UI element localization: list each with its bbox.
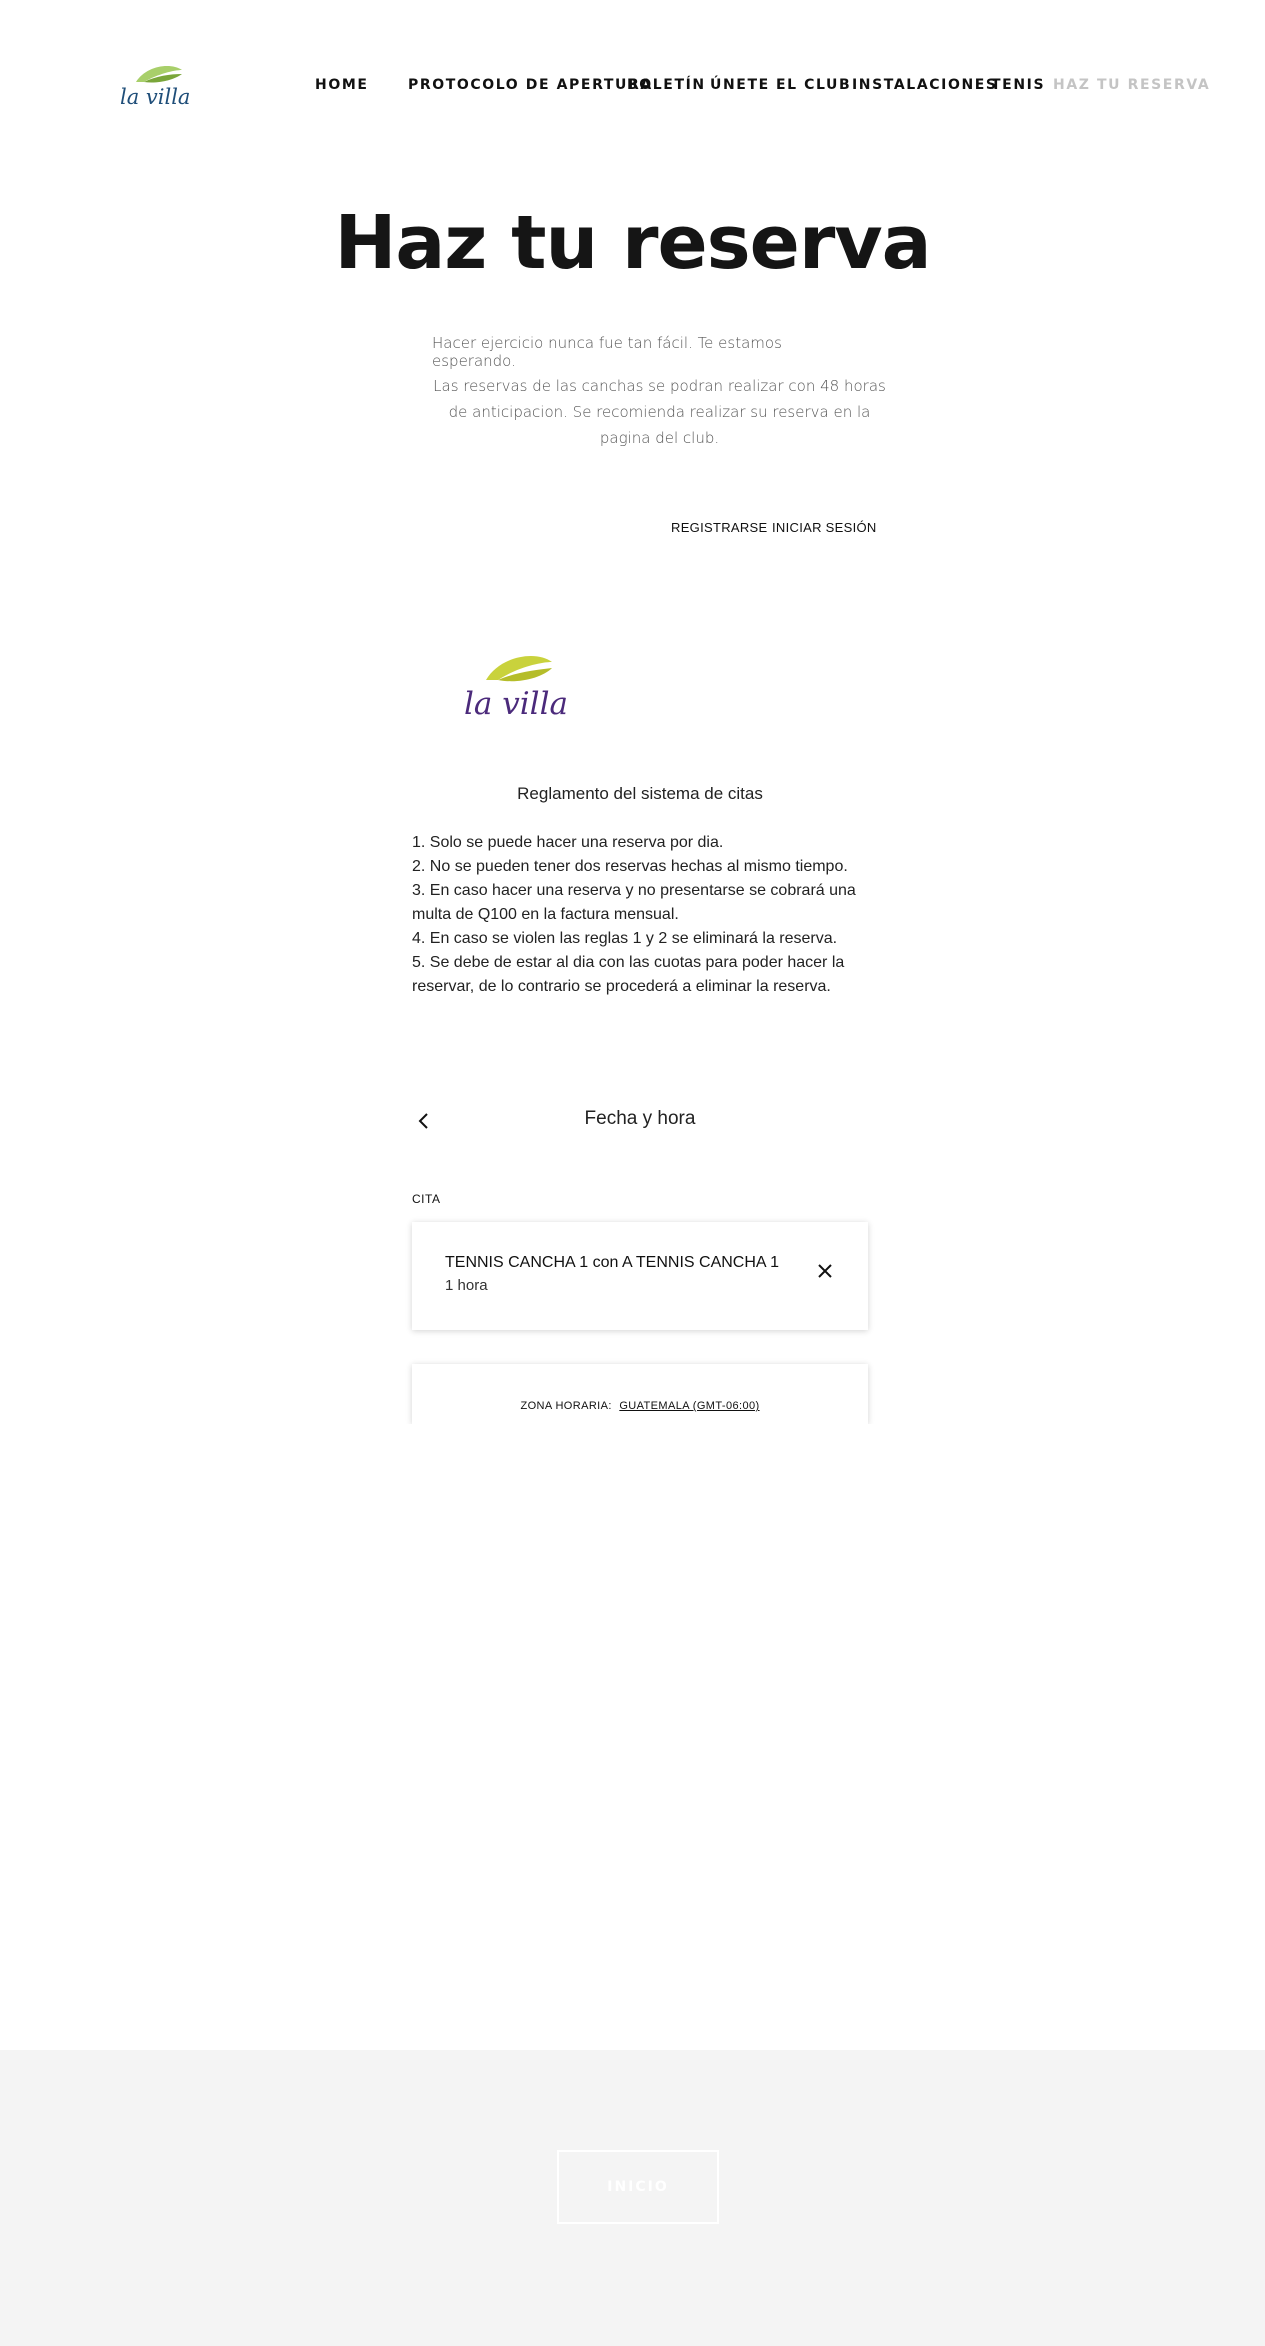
step-header: Fecha y hora <box>412 1106 868 1136</box>
page: la villa HOME PROTOCOLO DE APERTURA BOLE… <box>0 0 1265 2346</box>
nav-unete[interactable]: ÚNETE <box>710 77 770 93</box>
back-button[interactable] <box>412 1109 436 1133</box>
rule-item: 4. En caso se violen las reglas 1 y 2 se… <box>412 930 838 947</box>
hero-subtitle: Hacer ejercicio nunca fue tan fácil. Te … <box>432 334 782 370</box>
rules-title: Reglamento del sistema de citas <box>517 784 763 803</box>
calendar-card: ZONA HORARIA: GUATEMALA (GMT-06:00) <box>412 1364 868 1424</box>
home-button[interactable]: INICIO <box>557 2150 719 2224</box>
scheduler-logo: la villa <box>460 650 568 722</box>
rule-item: 3. En caso hacer una reserva y no presen… <box>412 882 856 923</box>
timezone-row: ZONA HORARIA: GUATEMALA (GMT-06:00) <box>412 1400 868 1412</box>
timezone-label: ZONA HORARIA: <box>520 1400 612 1412</box>
appointment-label: CITA <box>412 1192 441 1206</box>
site-footer: INICIO <box>0 2050 1265 2346</box>
rule-item: 2. No se pueden tener dos reservas hecha… <box>412 858 848 875</box>
nav-home[interactable]: HOME <box>315 77 369 93</box>
appointment-card: TENNIS CANCHA 1 con A TENNIS CANCHA 1 1 … <box>412 1222 868 1330</box>
appointment-duration: 1 hora <box>445 1277 488 1294</box>
nav-tenis[interactable]: TENIS <box>991 77 1045 93</box>
chevron-left-icon <box>418 1113 428 1129</box>
appointment-name: TENNIS CANCHA 1 con A TENNIS CANCHA 1 <box>445 1254 780 1271</box>
account-links: REGISTRARSE INICIAR SESIÓN <box>671 520 876 538</box>
leaf-logo-icon: la villa <box>464 656 568 722</box>
remove-appointment-button[interactable] <box>816 1262 834 1280</box>
page-title: Haz tu reserva <box>334 200 931 286</box>
rule-item: 5. Se debe de estar al dia con las cuota… <box>412 954 845 995</box>
nav-haz-tu-reserva[interactable]: HAZ TU RESERVA <box>1053 77 1210 93</box>
nav-boletin[interactable]: BOLETÍN <box>627 77 706 93</box>
nav-el-club[interactable]: EL CLUB <box>776 77 851 93</box>
hero-description: Las reservas de las canchas se podran re… <box>433 377 886 447</box>
widget-clip <box>400 1424 880 1454</box>
close-icon <box>818 1264 832 1278</box>
main-nav: HOME PROTOCOLO DE APERTURA BOLETÍN ÚNETE… <box>0 77 1265 97</box>
nav-instalaciones[interactable]: INSTALACIONES <box>852 77 998 93</box>
rule-item: 1. Solo se puede hacer una reserva por d… <box>412 834 724 851</box>
timezone-selector[interactable]: GUATEMALA (GMT-06:00) <box>619 1400 759 1412</box>
rules-list: 1. Solo se puede hacer una reserva por d… <box>412 831 872 999</box>
register-link[interactable]: REGISTRARSE <box>671 520 767 535</box>
nav-protocolo[interactable]: PROTOCOLO DE APERTURA <box>408 77 653 93</box>
step-title: Fecha y hora <box>584 1108 696 1129</box>
scheduler-logo-text: la villa <box>464 686 566 722</box>
site-header: la villa HOME PROTOCOLO DE APERTURA BOLE… <box>0 0 1265 175</box>
login-link[interactable]: INICIAR SESIÓN <box>772 520 877 535</box>
